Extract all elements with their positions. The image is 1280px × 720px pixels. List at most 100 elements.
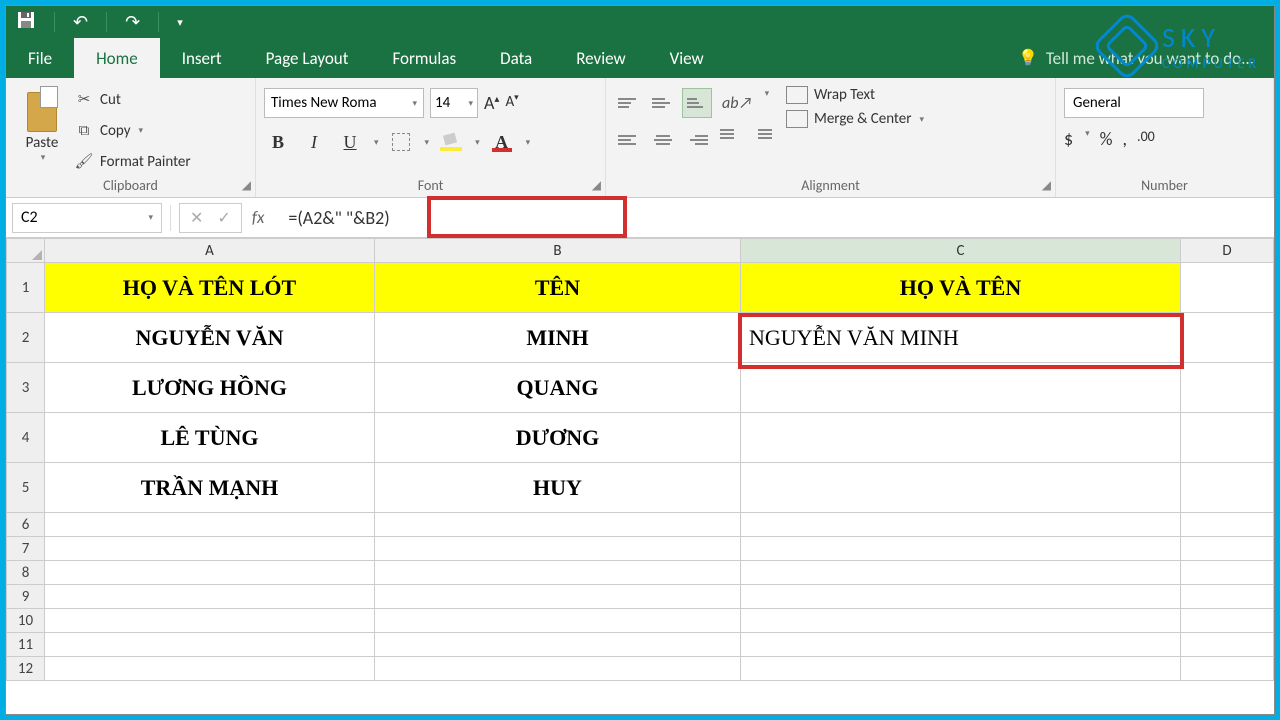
row-header[interactable]: 3 bbox=[7, 363, 45, 413]
number-format-select[interactable]: General bbox=[1064, 88, 1204, 118]
align-left-icon[interactable] bbox=[614, 125, 644, 155]
orientation-icon[interactable]: ab↗ bbox=[716, 88, 759, 119]
cell[interactable]: TÊN bbox=[375, 263, 741, 313]
cell[interactable]: QUANG bbox=[375, 363, 741, 413]
tab-data[interactable]: Data bbox=[478, 38, 554, 78]
cell[interactable] bbox=[375, 609, 741, 633]
col-header-c[interactable]: C bbox=[741, 239, 1181, 263]
cell[interactable]: DƯƠNG bbox=[375, 413, 741, 463]
chevron-down-icon[interactable]: ▾ bbox=[765, 88, 770, 119]
fill-color-button[interactable] bbox=[437, 128, 465, 156]
merge-center-button[interactable]: Merge & Center▾ bbox=[786, 110, 924, 128]
col-header-d[interactable]: D bbox=[1181, 239, 1274, 263]
col-header-a[interactable]: A bbox=[45, 239, 375, 263]
row-header[interactable]: 4 bbox=[7, 413, 45, 463]
cell[interactable] bbox=[1181, 585, 1274, 609]
cell[interactable] bbox=[375, 633, 741, 657]
chevron-down-icon[interactable]: ▾ bbox=[920, 114, 925, 125]
cell[interactable] bbox=[1181, 513, 1274, 537]
cell[interactable] bbox=[741, 363, 1181, 413]
name-box[interactable]: C2▾ bbox=[12, 203, 162, 233]
currency-button[interactable]: $ bbox=[1064, 128, 1073, 150]
comma-button[interactable]: , bbox=[1123, 128, 1128, 150]
cell[interactable] bbox=[1181, 633, 1274, 657]
row-header[interactable]: 5 bbox=[7, 463, 45, 513]
tab-insert[interactable]: Insert bbox=[160, 38, 244, 78]
col-header-b[interactable]: B bbox=[375, 239, 741, 263]
font-name-select[interactable]: Times New Roma▾ bbox=[264, 88, 424, 118]
cell[interactable]: NGUYỄN VĂN bbox=[45, 313, 375, 363]
cell[interactable] bbox=[741, 633, 1181, 657]
font-size-select[interactable]: 14▾ bbox=[430, 88, 478, 118]
cell[interactable]: MINH bbox=[375, 313, 741, 363]
cell[interactable]: HỌ VÀ TÊN bbox=[741, 263, 1181, 313]
cell[interactable] bbox=[1181, 561, 1274, 585]
chevron-down-icon[interactable]: ▾ bbox=[139, 125, 144, 136]
cell[interactable] bbox=[45, 633, 375, 657]
row-header[interactable]: 10 bbox=[7, 609, 45, 633]
chevron-down-icon[interactable]: ▾ bbox=[526, 137, 531, 148]
tab-page-layout[interactable]: Page Layout bbox=[244, 38, 371, 78]
row-header[interactable]: 1 bbox=[7, 263, 45, 313]
cell[interactable] bbox=[741, 561, 1181, 585]
border-button[interactable] bbox=[387, 128, 415, 156]
cell[interactable] bbox=[375, 657, 741, 681]
cell[interactable] bbox=[741, 609, 1181, 633]
cell-selected[interactable]: NGUYỄN VĂN MINH bbox=[741, 313, 1181, 363]
row-header[interactable]: 9 bbox=[7, 585, 45, 609]
tab-home[interactable]: Home bbox=[74, 38, 160, 78]
bold-button[interactable]: B bbox=[264, 128, 292, 156]
chevron-down-icon[interactable]: ▾ bbox=[41, 152, 46, 163]
increase-indent-icon[interactable] bbox=[748, 125, 776, 153]
row-header[interactable]: 8 bbox=[7, 561, 45, 585]
row-header[interactable]: 11 bbox=[7, 633, 45, 657]
chevron-down-icon[interactable]: ▾ bbox=[374, 137, 379, 148]
italic-button[interactable]: I bbox=[300, 128, 328, 156]
cell[interactable] bbox=[741, 413, 1181, 463]
cell[interactable] bbox=[1181, 463, 1274, 513]
align-right-icon[interactable] bbox=[682, 125, 712, 155]
cell[interactable] bbox=[45, 561, 375, 585]
align-bottom-icon[interactable] bbox=[682, 88, 712, 118]
cell[interactable] bbox=[741, 537, 1181, 561]
tab-view[interactable]: View bbox=[648, 38, 726, 78]
cell[interactable] bbox=[741, 657, 1181, 681]
cell[interactable] bbox=[1181, 363, 1274, 413]
row-header[interactable]: 12 bbox=[7, 657, 45, 681]
cut-button[interactable]: ✂Cut bbox=[74, 86, 191, 113]
cell[interactable] bbox=[1181, 657, 1274, 681]
undo-icon[interactable]: ↶ bbox=[73, 11, 88, 33]
cell[interactable] bbox=[45, 585, 375, 609]
tab-formulas[interactable]: Formulas bbox=[370, 38, 478, 78]
cell[interactable]: HỌ VÀ TÊN LÓT bbox=[45, 263, 375, 313]
cell[interactable]: LƯƠNG HỒNG bbox=[45, 363, 375, 413]
cell[interactable] bbox=[45, 609, 375, 633]
align-middle-icon[interactable] bbox=[648, 88, 678, 118]
font-color-button[interactable]: A bbox=[488, 128, 516, 156]
tab-review[interactable]: Review bbox=[554, 38, 647, 78]
chevron-down-icon[interactable]: ▾ bbox=[1085, 128, 1090, 150]
align-center-icon[interactable] bbox=[648, 125, 678, 155]
row-header[interactable]: 2 bbox=[7, 313, 45, 363]
wrap-text-button[interactable]: Wrap Text bbox=[786, 86, 924, 104]
cell[interactable] bbox=[1181, 537, 1274, 561]
cell[interactable]: TRẦN MẠNH bbox=[45, 463, 375, 513]
cell[interactable] bbox=[45, 513, 375, 537]
tab-file[interactable]: File bbox=[6, 38, 74, 78]
decrease-indent-icon[interactable] bbox=[716, 125, 744, 153]
cell[interactable] bbox=[375, 513, 741, 537]
shrink-font-icon[interactable]: A▾ bbox=[505, 92, 518, 114]
cell[interactable]: LÊ TÙNG bbox=[45, 413, 375, 463]
underline-button[interactable]: U bbox=[336, 128, 364, 156]
dialog-launcher-icon[interactable]: ◢ bbox=[242, 178, 251, 193]
cell[interactable] bbox=[741, 463, 1181, 513]
cell[interactable] bbox=[1181, 313, 1274, 363]
select-all-corner[interactable] bbox=[7, 239, 45, 263]
cell[interactable] bbox=[741, 513, 1181, 537]
enter-icon[interactable]: ✓ bbox=[217, 208, 230, 228]
cell[interactable]: HUY bbox=[375, 463, 741, 513]
cell[interactable] bbox=[741, 585, 1181, 609]
customize-qat-icon[interactable]: ▾ bbox=[177, 16, 183, 29]
dialog-launcher-icon[interactable]: ◢ bbox=[1042, 178, 1051, 193]
dialog-launcher-icon[interactable]: ◢ bbox=[592, 178, 601, 193]
